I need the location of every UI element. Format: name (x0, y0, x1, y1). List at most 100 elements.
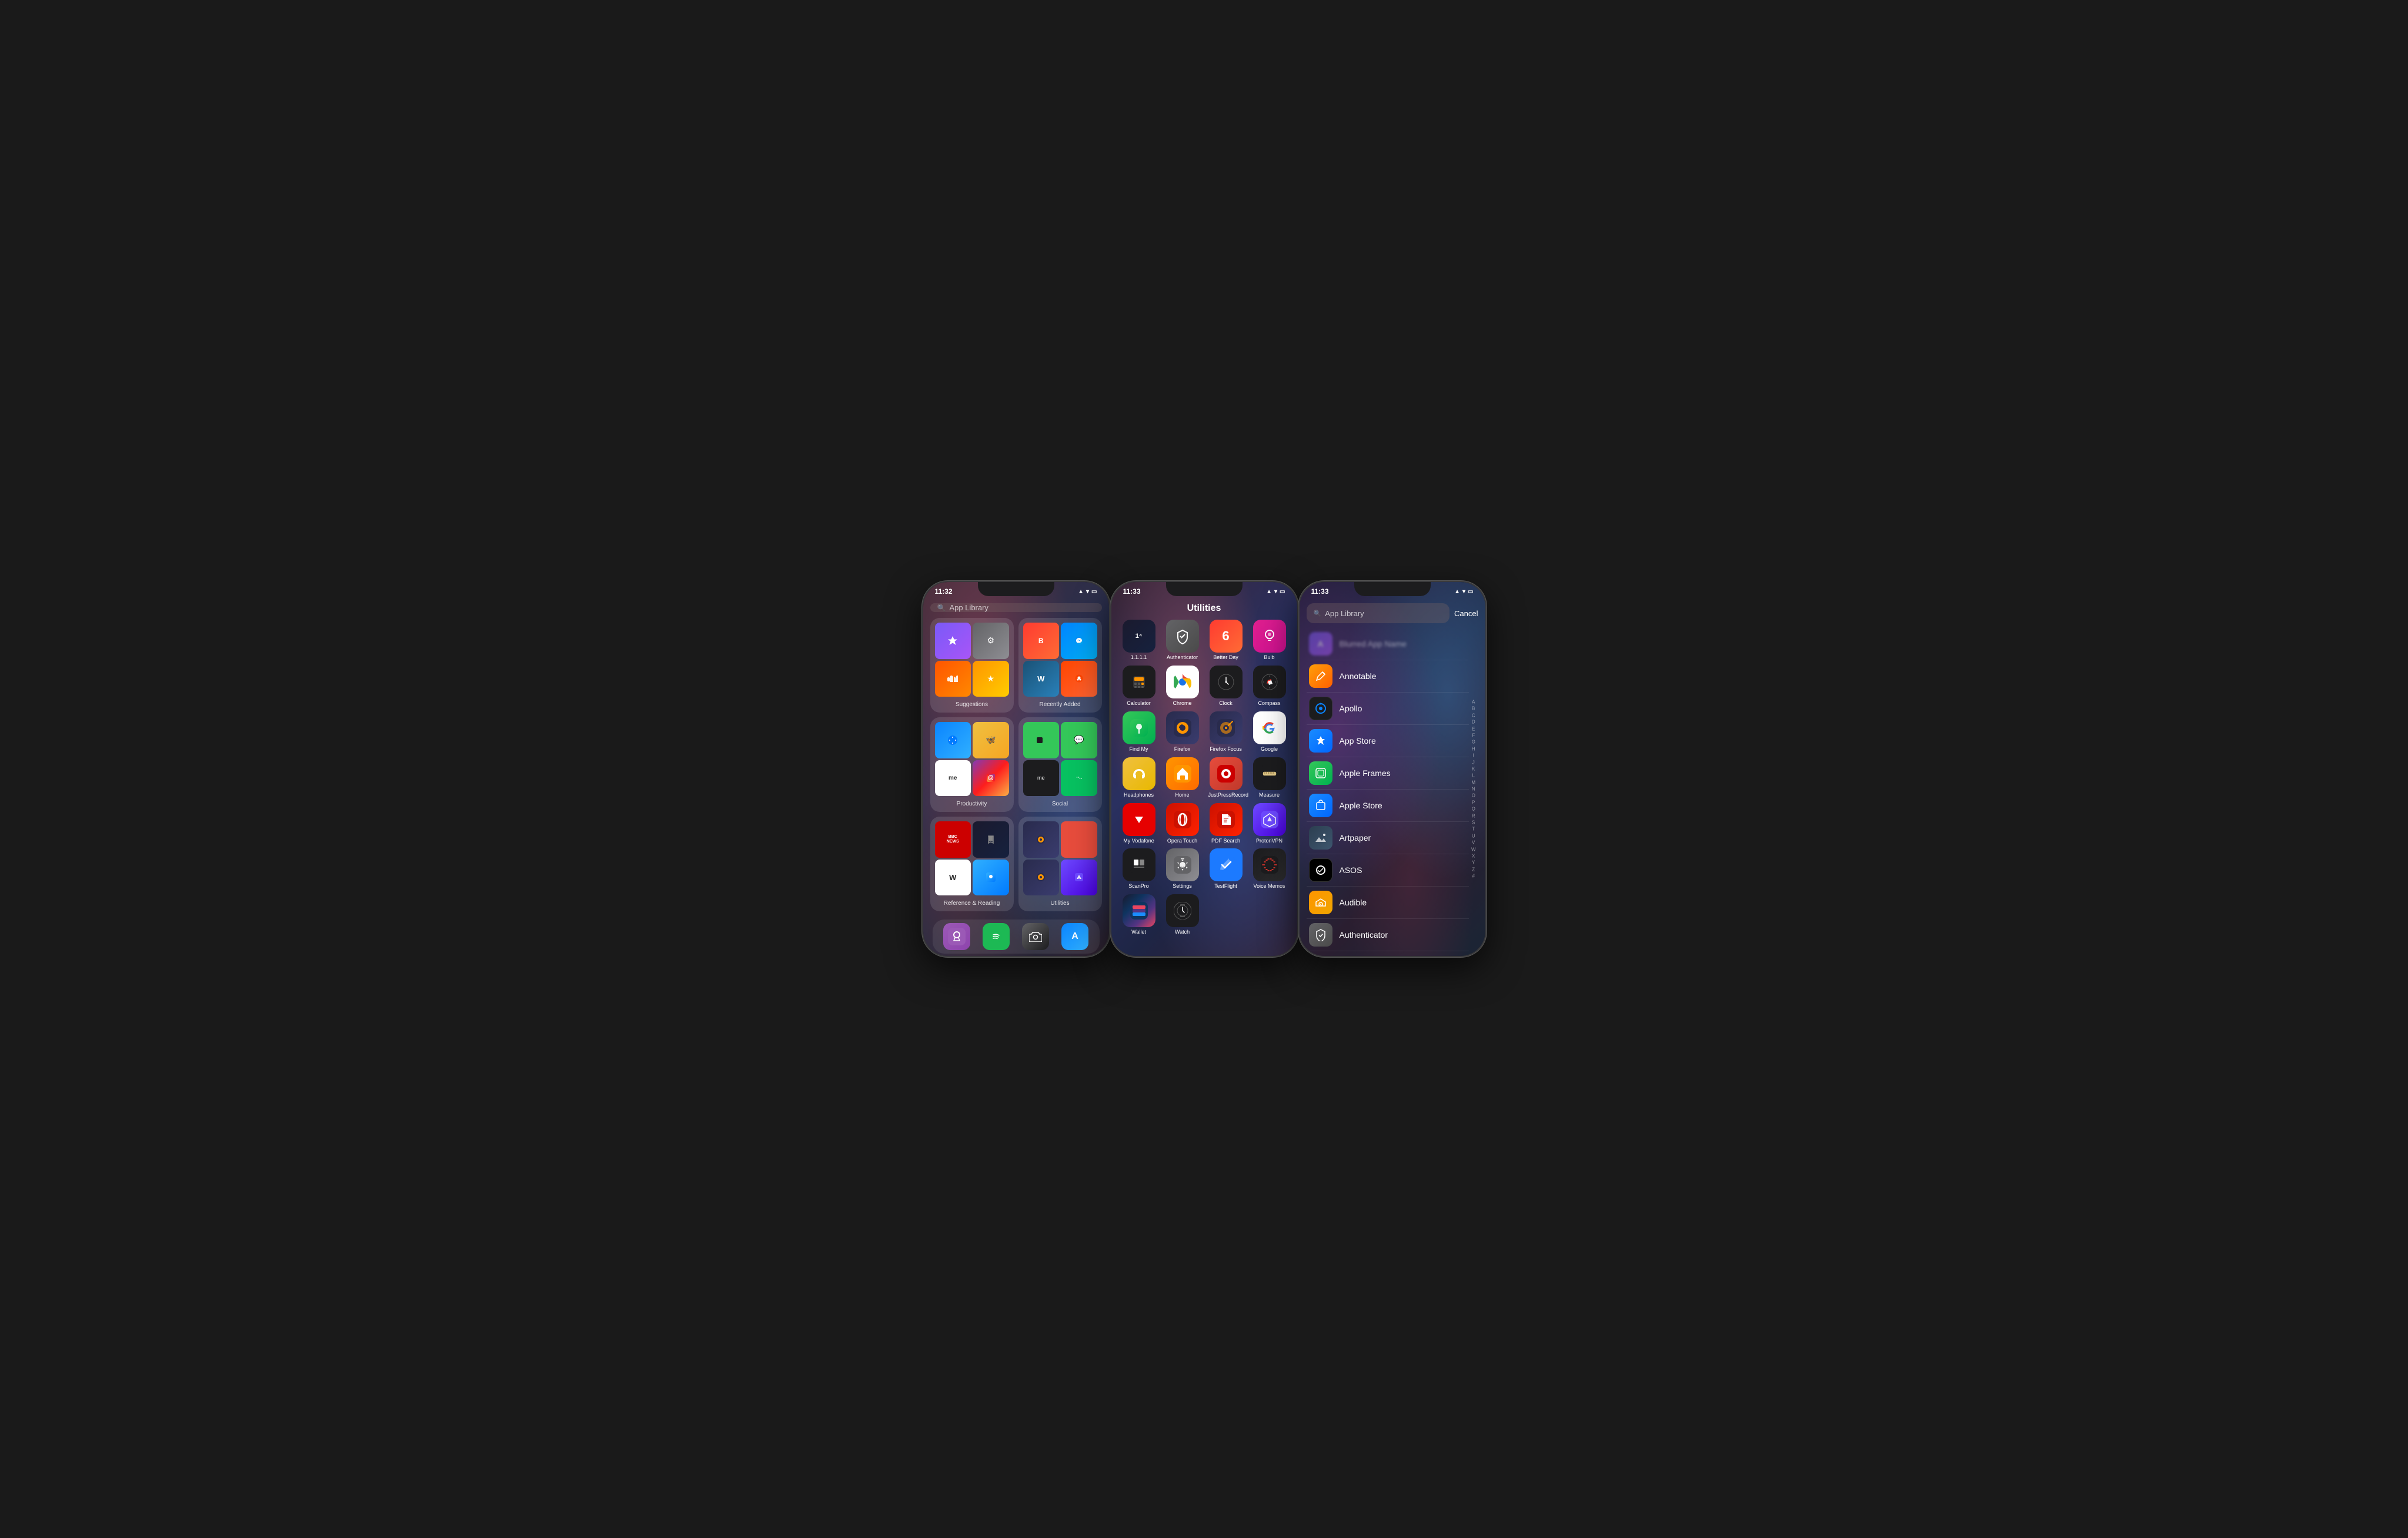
util-app-wallet[interactable]: Wallet (1120, 894, 1158, 935)
icon-measure (1253, 757, 1286, 790)
util-app-settings[interactable]: Settings (1163, 848, 1202, 890)
label-scanpro: ScanPro (1128, 884, 1149, 890)
app-reddit-mini[interactable] (1061, 661, 1097, 697)
util-app-authenticator[interactable]: Authenticator (1163, 620, 1202, 661)
dock-spotify[interactable] (983, 923, 1010, 950)
app-kindle-mini[interactable] (973, 821, 1009, 858)
util-app-watch[interactable]: Watch (1163, 894, 1202, 935)
alpha-T: T (1471, 827, 1476, 832)
util-app-myvodafone[interactable]: My Vodafone (1120, 803, 1158, 844)
util-app-home[interactable]: Home (1163, 757, 1202, 798)
app-reeder-mini[interactable]: ★ (973, 661, 1009, 697)
label-betterday: Better Day (1213, 655, 1238, 661)
app-wechat-mini[interactable] (1061, 760, 1097, 797)
power-button-3[interactable] (1485, 653, 1487, 688)
app-facetime-mini[interactable] (1023, 722, 1060, 758)
util-app-betterday[interactable]: 6 Better Day (1207, 620, 1245, 661)
app-reeder-util-mini[interactable] (1061, 821, 1097, 858)
list-item-audible[interactable]: Audible (1307, 887, 1469, 919)
search-text-3: App Library (1325, 609, 1364, 618)
icon-appstore-list (1309, 729, 1332, 753)
util-app-voicememos[interactable]: Voice Memos (1250, 848, 1289, 890)
app-firefox-util-mini[interactable] (1023, 821, 1060, 858)
name-applestore: Apple Store (1340, 801, 1382, 810)
app-wikipedia-mini[interactable]: W (935, 860, 971, 896)
phone3-screen: 11:33 ▲ ▾ ▭ 🔍 App Library Cancel (1300, 582, 1485, 956)
util-app-protonvpn[interactable]: ProtonVPN (1250, 803, 1289, 844)
app-safari-mini[interactable] (935, 722, 971, 758)
folder-suggestions[interactable]: ⚙ ★ Suggestions (930, 618, 1014, 713)
util-app-1111[interactable]: 1⁴ 1.1.1.1 (1120, 620, 1158, 661)
app-maps-mini[interactable] (973, 860, 1009, 896)
phone2-content: Utilities 1⁴ 1.1.1.1 Authenticator (1111, 599, 1297, 956)
list-item-artpaper[interactable]: Artpaper (1307, 822, 1469, 854)
search-bar-3[interactable]: 🔍 App Library (1307, 603, 1450, 623)
app-settings-mini[interactable]: ⚙ (973, 623, 1009, 659)
util-app-scanpro[interactable]: ScanPro (1120, 848, 1158, 890)
app-messenger-mini[interactable] (1061, 623, 1097, 659)
util-app-firefox[interactable]: Firefox (1163, 711, 1202, 753)
dock-podcasts[interactable] (943, 923, 970, 950)
util-app-firefoxfocus[interactable]: Firefox Focus (1207, 711, 1245, 753)
cancel-button-3[interactable]: Cancel (1454, 609, 1478, 618)
alpha-C: C (1471, 713, 1476, 719)
alpha-X: X (1471, 854, 1476, 860)
app-bbcnews-mini[interactable]: BBCNEWS (935, 821, 971, 858)
app-messages-mini[interactable]: 💬 (1061, 722, 1097, 758)
util-app-clock[interactable]: Clock (1207, 666, 1245, 707)
icon-headphones (1123, 757, 1155, 790)
app-notchmeister-mini[interactable]: me (935, 760, 971, 797)
util-app-google[interactable]: Google (1250, 711, 1289, 753)
signal-icon-2: ▲ (1266, 589, 1272, 595)
app-butterfly-mini[interactable]: 🦋 (973, 722, 1009, 758)
folder-social[interactable]: 💬 me Social (1018, 717, 1102, 812)
util-app-justpressrecord[interactable]: JustPressRecord (1207, 757, 1245, 798)
list-item-apollo[interactable]: Apollo (1307, 693, 1469, 725)
folder-recently-added[interactable]: B W Recently Added (1018, 618, 1102, 713)
dock-camera[interactable] (1022, 923, 1049, 950)
folder-productivity[interactable]: 🦋 me Productivity (930, 717, 1014, 812)
app-shortcuts[interactable] (935, 623, 971, 659)
list-item-appleframes[interactable]: Apple Frames (1307, 757, 1469, 790)
util-app-headphones[interactable]: Headphones (1120, 757, 1158, 798)
app-firefox2-util-mini[interactable] (1023, 860, 1060, 896)
utilities-grid: 1⁴ 1.1.1.1 Authenticator 6 Better Day (1120, 620, 1289, 935)
util-app-pdfsearch[interactable]: PDF Search (1207, 803, 1245, 844)
util-app-measure[interactable]: Measure (1250, 757, 1289, 798)
dock-apollo[interactable]: A (1061, 923, 1088, 950)
util-app-compass[interactable]: Compass (1250, 666, 1289, 707)
util-app-testflight[interactable]: TestFlight (1207, 848, 1245, 890)
list-item-annotable[interactable]: Annotable (1307, 660, 1469, 693)
app-soundcloud-mini[interactable] (935, 661, 971, 697)
label-watch: Watch (1175, 930, 1190, 935)
icon-home (1166, 757, 1199, 790)
list-item-applestore[interactable]: Apple Store (1307, 790, 1469, 822)
folder-utilities[interactable]: Utilities (1018, 817, 1102, 911)
utilities-title: Utilities (1120, 603, 1289, 614)
folder-productivity-label: Productivity (935, 801, 1009, 807)
folder-reference[interactable]: BBCNEWS W Reference & Reading (930, 817, 1014, 911)
list-item-asos[interactable]: ASOS (1307, 854, 1469, 887)
util-app-chrome[interactable]: Chrome (1163, 666, 1202, 707)
app-instagram-mini[interactable] (973, 760, 1009, 797)
util-app-operatouch[interactable]: Opera Touch (1163, 803, 1202, 844)
app-proton-mini[interactable] (1061, 860, 1097, 896)
app-bear-mini[interactable]: B (1023, 623, 1060, 659)
list-item-authenticator[interactable]: Authenticator (1307, 919, 1469, 951)
util-app-calculator[interactable]: Calculator (1120, 666, 1158, 707)
alphabet-sidebar[interactable]: A B C D E F G H I J K L M N O P Q (1471, 700, 1476, 880)
util-app-bulb[interactable]: Bulb (1250, 620, 1289, 661)
icon-calculator (1123, 666, 1155, 698)
status-time-1: 11:32 (935, 587, 953, 596)
util-app-findmy[interactable]: Find My (1120, 711, 1158, 753)
label-justpressrecord: JustPressRecord (1208, 793, 1244, 798)
app-notch-mini[interactable]: me (1023, 760, 1060, 797)
label-clock: Clock (1219, 701, 1233, 707)
search-row-3: 🔍 App Library Cancel (1307, 603, 1478, 623)
app-word-mini[interactable]: W (1023, 661, 1060, 697)
name-artpaper: Artpaper (1340, 833, 1371, 842)
list-item-appstore[interactable]: App Store (1307, 725, 1469, 757)
search-bar-1[interactable]: 🔍 App Library (930, 603, 1102, 612)
folder-recently-apps: B W (1023, 623, 1097, 697)
icon-scanpro (1123, 848, 1155, 881)
